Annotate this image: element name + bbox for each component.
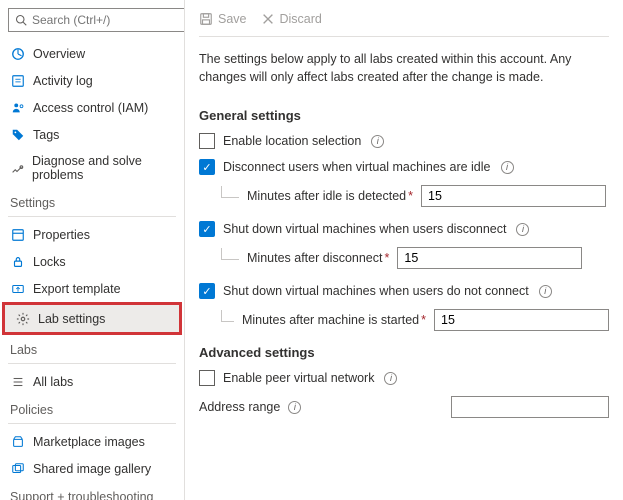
enable-location-checkbox[interactable] xyxy=(199,133,215,149)
idle-minutes-input[interactable] xyxy=(421,185,606,207)
discard-icon xyxy=(261,12,275,26)
noconnect-minutes-label: Minutes after machine is started xyxy=(242,313,419,327)
idle-minutes-label: Minutes after idle is detected xyxy=(247,189,406,203)
highlighted-lab-settings: Lab settings xyxy=(2,302,182,335)
search-icon xyxy=(13,13,28,28)
info-icon[interactable]: i xyxy=(539,285,552,298)
peer-vnet-label: Enable peer virtual network xyxy=(223,371,374,385)
sidebar-item-all-labs[interactable]: All labs xyxy=(0,368,184,395)
info-icon[interactable]: i xyxy=(384,372,397,385)
save-icon xyxy=(199,12,213,26)
disconnect-idle-checkbox[interactable]: ✓ xyxy=(199,159,215,175)
nav-label: Activity log xyxy=(33,74,93,88)
settings-description: The settings below apply to all labs cre… xyxy=(199,37,609,104)
sidebar-item-lab-settings[interactable]: Lab settings xyxy=(5,305,179,332)
disconnect-minutes-input[interactable] xyxy=(397,247,582,269)
gear-icon xyxy=(15,311,30,326)
nav-label: Marketplace images xyxy=(33,435,145,449)
sidebar-item-diagnose[interactable]: Diagnose and solve problems xyxy=(0,148,184,188)
export-icon xyxy=(10,281,25,296)
peer-vnet-checkbox[interactable] xyxy=(199,370,215,386)
sidebar-item-marketplace-images[interactable]: Marketplace images xyxy=(0,428,184,455)
sidebar-item-overview[interactable]: Overview xyxy=(0,40,184,67)
nav-label: Overview xyxy=(33,47,85,61)
address-range-label: Address range xyxy=(199,400,280,414)
shutdown-disconnect-checkbox[interactable]: ✓ xyxy=(199,221,215,237)
sidebar-item-tags[interactable]: Tags xyxy=(0,121,184,148)
discard-label: Discard xyxy=(280,12,322,26)
disconnect-idle-label: Disconnect users when virtual machines a… xyxy=(223,160,491,174)
nav-label: All labs xyxy=(33,375,73,389)
access-control-icon xyxy=(10,100,25,115)
general-settings-title: General settings xyxy=(199,108,609,123)
sidebar-section-labs: Labs xyxy=(0,335,184,361)
tags-icon xyxy=(10,127,25,142)
diagnose-icon xyxy=(10,161,24,176)
advanced-settings-title: Advanced settings xyxy=(199,345,609,360)
main-panel: Save Discard The settings below apply to… xyxy=(185,0,623,500)
sidebar-item-properties[interactable]: Properties xyxy=(0,221,184,248)
sidebar-item-shared-gallery[interactable]: Shared image gallery xyxy=(0,455,184,482)
nav-label: Locks xyxy=(33,255,66,269)
info-icon[interactable]: i xyxy=(371,135,384,148)
enable-location-label: Enable location selection xyxy=(223,134,361,148)
info-icon[interactable]: i xyxy=(516,223,529,236)
activity-log-icon xyxy=(10,73,25,88)
shutdown-noconnect-label: Shut down virtual machines when users do… xyxy=(223,284,529,298)
info-icon[interactable]: i xyxy=(501,161,514,174)
sidebar-item-export-template[interactable]: Export template xyxy=(0,275,184,302)
sidebar-section-policies: Policies xyxy=(0,395,184,421)
noconnect-minutes-input[interactable] xyxy=(434,309,609,331)
sidebar-item-access-control[interactable]: Access control (IAM) xyxy=(0,94,184,121)
nav-label: Diagnose and solve problems xyxy=(32,154,174,182)
gallery-icon xyxy=(10,461,25,476)
shutdown-disconnect-label: Shut down virtual machines when users di… xyxy=(223,222,506,236)
disconnect-minutes-label: Minutes after disconnect xyxy=(247,251,383,265)
nav-label: Lab settings xyxy=(38,312,105,326)
lock-icon xyxy=(10,254,25,269)
sidebar: « Overview Activity log Access control (… xyxy=(0,0,185,500)
nav-label: Access control (IAM) xyxy=(33,101,148,115)
nav-label: Properties xyxy=(33,228,90,242)
marketplace-icon xyxy=(10,434,25,449)
list-icon xyxy=(10,374,25,389)
properties-icon xyxy=(10,227,25,242)
nav-label: Export template xyxy=(33,282,121,296)
sidebar-item-activity-log[interactable]: Activity log xyxy=(0,67,184,94)
shutdown-noconnect-checkbox[interactable]: ✓ xyxy=(199,283,215,299)
save-label: Save xyxy=(218,12,247,26)
toolbar: Save Discard xyxy=(199,8,609,37)
sidebar-item-locks[interactable]: Locks xyxy=(0,248,184,275)
discard-button[interactable]: Discard xyxy=(261,12,322,26)
overview-icon xyxy=(10,46,25,61)
sidebar-section-support: Support + troubleshooting xyxy=(0,482,184,500)
address-range-input[interactable] xyxy=(451,396,609,418)
save-button[interactable]: Save xyxy=(199,12,247,26)
search-box[interactable] xyxy=(8,8,185,32)
nav-label: Tags xyxy=(33,128,59,142)
search-input[interactable] xyxy=(32,13,185,27)
nav-label: Shared image gallery xyxy=(33,462,151,476)
info-icon[interactable]: i xyxy=(288,401,301,414)
sidebar-section-settings: Settings xyxy=(0,188,184,214)
